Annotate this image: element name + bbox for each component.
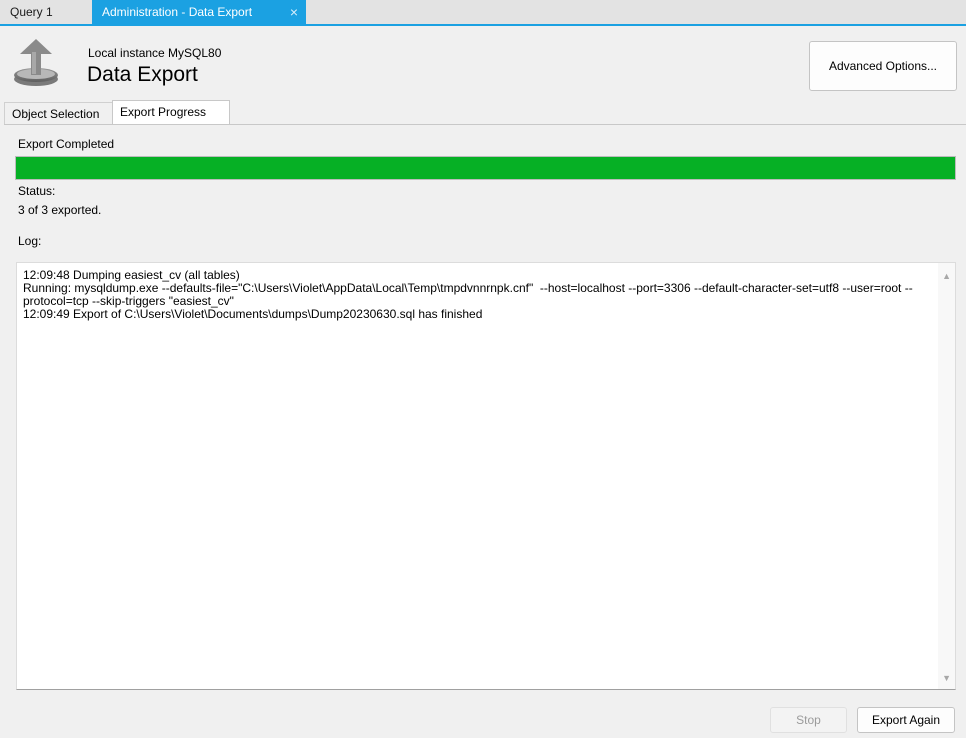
status-text: 3 of 3 exported. bbox=[18, 203, 102, 217]
tab-label: Administration - Data Export bbox=[102, 5, 253, 19]
scroll-down-icon[interactable]: ▼ bbox=[942, 673, 951, 683]
export-progress-panel: Export Completed Status: 3 of 3 exported… bbox=[4, 124, 966, 738]
stop-button[interactable]: Stop bbox=[770, 707, 847, 733]
page-title: Data Export bbox=[87, 63, 198, 86]
tab-export-progress[interactable]: Export Progress bbox=[112, 100, 230, 125]
status-label: Status: bbox=[18, 184, 56, 198]
log-scrollbar[interactable]: ▲ ▼ bbox=[938, 263, 955, 689]
advanced-options-button[interactable]: Advanced Options... bbox=[809, 41, 957, 91]
log-line: 12:09:49 Export of C:\Users\Violet\Docum… bbox=[23, 307, 483, 321]
tab-object-selection[interactable]: Object Selection bbox=[4, 102, 112, 124]
log-textarea[interactable]: 12:09:48 Dumping easiest_cv (all tables)… bbox=[16, 262, 956, 690]
progress-bar-fill bbox=[16, 157, 955, 179]
page-header: Local instance MySQL80 Data Export Advan… bbox=[0, 26, 966, 100]
progress-bar bbox=[15, 156, 956, 180]
close-icon[interactable]: × bbox=[290, 0, 298, 24]
scroll-up-icon[interactable]: ▲ bbox=[942, 271, 951, 281]
instance-name: Local instance MySQL80 bbox=[88, 46, 222, 60]
log-line: Running: mysqldump.exe --defaults-file="… bbox=[23, 281, 913, 308]
log-label: Log: bbox=[18, 234, 42, 248]
log-content: 12:09:48 Dumping easiest_cv (all tables)… bbox=[23, 269, 927, 321]
progress-label: Export Completed bbox=[18, 137, 115, 151]
tab-query-1[interactable]: Query 1 bbox=[0, 0, 90, 24]
sub-tab-bar: Object Selection Export Progress bbox=[0, 100, 966, 125]
export-icon bbox=[14, 39, 58, 86]
tab-administration-data-export[interactable]: Administration - Data Export × bbox=[92, 0, 306, 24]
document-tab-strip: Query 1 Administration - Data Export × bbox=[0, 0, 966, 26]
export-again-button[interactable]: Export Again bbox=[857, 707, 955, 733]
